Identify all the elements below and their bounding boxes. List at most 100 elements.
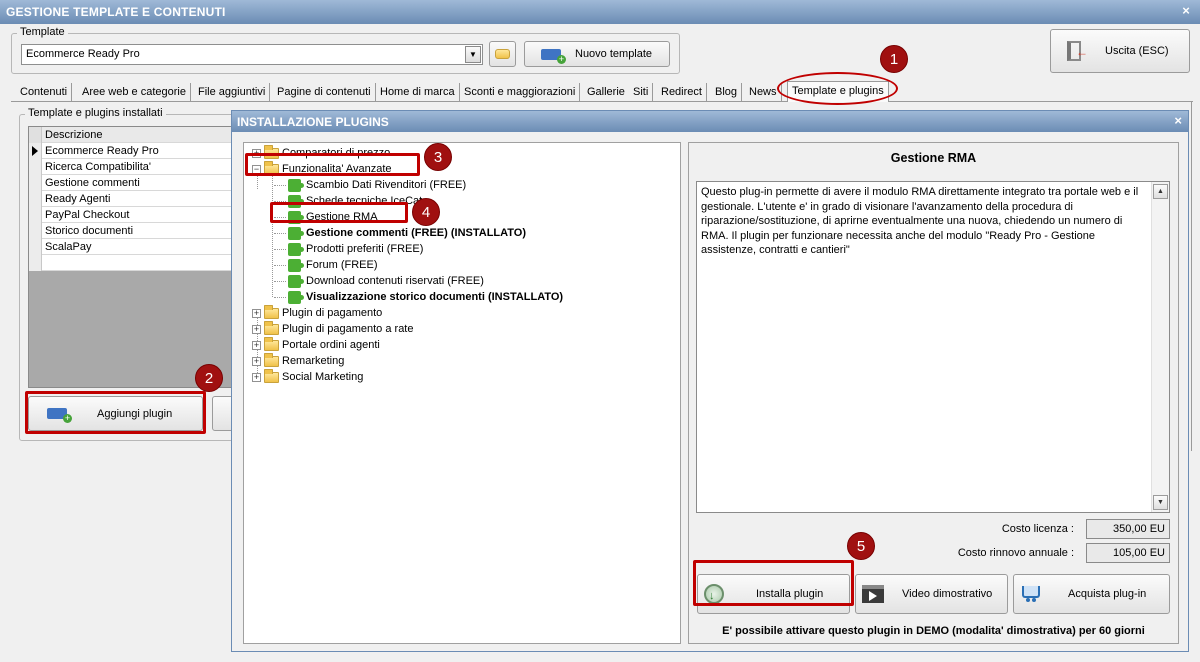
table-row[interactable]: Ecommerce Ready Pro (29, 143, 234, 159)
scroll-up-icon[interactable]: ▲ (1153, 184, 1168, 199)
tree-leaf[interactable]: Download contenuti riservati (FREE) (274, 273, 484, 289)
grid-cell: Ricerca Compatibilita' (45, 161, 152, 173)
video-demo-button[interactable]: Video dimostrativo (855, 574, 1008, 614)
new-template-button[interactable]: + Nuovo template (524, 41, 670, 67)
plugin-description[interactable]: Questo plug-in permette di avere il modu… (696, 181, 1170, 513)
step-badge: 2 (195, 364, 223, 392)
tree-node-label: Remarketing (282, 355, 345, 367)
open-folder-button[interactable] (489, 41, 516, 67)
dialog-title-bar: INSTALLAZIONE PLUGINS × (232, 111, 1188, 132)
plugin-title: Gestione RMA (890, 151, 977, 165)
tree-leaf-label: Gestione commenti (FREE) (INSTALLATO) (306, 227, 527, 239)
grid-header: Descrizione (29, 127, 234, 143)
description-scrollbar[interactable]: ▲ ▼ (1151, 182, 1169, 512)
tab-page-border (1191, 101, 1192, 451)
installed-grid[interactable]: Descrizione Ecommerce Ready Pro Ricerca … (28, 126, 234, 388)
step-badge: 5 (847, 532, 875, 560)
highlight-install-plugin (693, 560, 854, 606)
row-indicator (29, 207, 42, 223)
folder-icon (264, 304, 279, 319)
step-badge: 1 (880, 45, 908, 73)
tree-leaf-label: Scambio Dati Rivenditori (FREE) (306, 179, 467, 191)
buy-plugin-button[interactable]: Acquista plug-in (1013, 574, 1170, 614)
scroll-down-icon[interactable]: ▼ (1153, 495, 1168, 510)
table-row-empty[interactable] (29, 255, 234, 271)
tab-pagine-contenuti[interactable]: Pagine di contenuti (273, 83, 376, 101)
window-close-icon[interactable]: × (1182, 3, 1190, 18)
tab-news[interactable]: News (745, 83, 782, 101)
tree-node-label: Portale ordini agenti (282, 339, 380, 351)
tab-contenuti[interactable]: Contenuti (16, 83, 73, 101)
template-group-label: Template (17, 26, 68, 38)
expand-icon[interactable]: + (252, 308, 261, 318)
tree-leaf[interactable]: Scambio Dati Rivenditori (FREE) (274, 177, 466, 193)
table-row[interactable]: Gestione commenti (29, 175, 234, 191)
tree-connector (274, 184, 286, 186)
tree-node-pagamento-rate[interactable]: + Plugin di pagamento a rate (252, 320, 414, 337)
tab-siti[interactable]: Siti (629, 83, 654, 101)
tree-connector (274, 296, 286, 298)
tree-leaf-label: Download contenuti riservati (FREE) (306, 275, 484, 287)
chevron-down-icon[interactable]: ▼ (465, 46, 481, 63)
highlight-tab-template-plugins (777, 72, 898, 105)
tab-aree-web[interactable]: Aree web e categorie (78, 83, 191, 101)
exit-label: Uscita (ESC) (1105, 45, 1169, 57)
costo-licenza-value: 350,00 EU (1086, 519, 1170, 539)
tree-connector (274, 280, 286, 282)
folder-icon (264, 336, 279, 351)
costo-rinnovo-value: 105,00 EU (1086, 543, 1170, 563)
tree-node-social[interactable]: + Social Marketing (252, 368, 363, 385)
table-row[interactable]: PayPal Checkout (29, 207, 234, 223)
table-row[interactable]: Ricerca Compatibilita' (29, 159, 234, 175)
tree-leaf[interactable]: Gestione commenti (FREE) (INSTALLATO) (274, 225, 526, 241)
highlight-add-plugin (25, 391, 206, 434)
expand-icon[interactable]: + (252, 324, 261, 334)
window-title-bar: GESTIONE TEMPLATE E CONTENUTI × (0, 0, 1200, 24)
grid-cell: PayPal Checkout (45, 209, 130, 221)
exit-door-icon: ← (1067, 41, 1088, 61)
puzzle-piece-icon (288, 290, 304, 304)
row-indicator (29, 255, 42, 271)
tree-node-pagamento[interactable]: + Plugin di pagamento (252, 304, 382, 321)
table-row[interactable]: ScalaPay (29, 239, 234, 255)
expand-icon[interactable]: + (252, 372, 261, 382)
tree-node-remarketing[interactable]: + Remarketing (252, 352, 345, 369)
exit-button[interactable]: ← Uscita (ESC) (1050, 29, 1190, 73)
tree-node-portale-agenti[interactable]: + Portale ordini agenti (252, 336, 380, 353)
clapperboard-icon (862, 585, 884, 603)
tree-guide (272, 173, 273, 297)
puzzle-piece-icon (288, 178, 304, 192)
expand-icon[interactable]: + (252, 340, 261, 350)
tab-file-aggiuntivi[interactable]: File aggiuntivi (194, 83, 271, 101)
tab-home-marca[interactable]: Home di marca (376, 83, 460, 101)
tree-connector (274, 232, 286, 234)
tab-gallerie[interactable]: Gallerie (583, 83, 630, 101)
tree-leaf-label: Visualizzazione storico documenti (INSTA… (306, 291, 564, 303)
expand-icon[interactable]: + (252, 356, 261, 366)
row-indicator (29, 191, 42, 207)
new-template-label: Nuovo template (575, 48, 653, 60)
row-pointer-icon (29, 143, 42, 159)
grid-cell: Gestione commenti (45, 177, 140, 189)
template-combo[interactable]: Ecommerce Ready Pro ▼ (21, 44, 483, 65)
grid-header-descrizione[interactable]: Descrizione (45, 129, 102, 141)
folder-icon (495, 49, 510, 59)
dialog-close-icon[interactable]: × (1174, 113, 1182, 128)
tab-sconti[interactable]: Sconti e maggiorazioni (460, 83, 581, 101)
table-row[interactable]: Storico documenti (29, 223, 234, 239)
tree-connector (274, 264, 286, 266)
tab-blog[interactable]: Blog (711, 83, 743, 101)
tree-leaf[interactable]: Forum (FREE) (274, 257, 378, 273)
template-combo-value: Ecommerce Ready Pro (26, 48, 140, 60)
row-indicator (29, 175, 42, 191)
costo-rinnovo-label: Costo rinnovo annuale : (957, 547, 1074, 559)
buy-plugin-label: Acquista plug-in (1068, 588, 1147, 600)
table-row[interactable]: Ready Agenti (29, 191, 234, 207)
tab-redirect[interactable]: Redirect (657, 83, 707, 101)
tree-leaf[interactable]: Visualizzazione storico documenti (INSTA… (274, 289, 563, 305)
costo-licenza-label: Costo licenza : (1001, 523, 1074, 535)
tree-leaf[interactable]: Prodotti preferiti (FREE) (274, 241, 423, 257)
folder-icon (264, 320, 279, 335)
plugin-description-text: Questo plug-in permette di avere il modu… (701, 186, 1139, 256)
tree-node-label: Plugin di pagamento a rate (282, 323, 414, 335)
